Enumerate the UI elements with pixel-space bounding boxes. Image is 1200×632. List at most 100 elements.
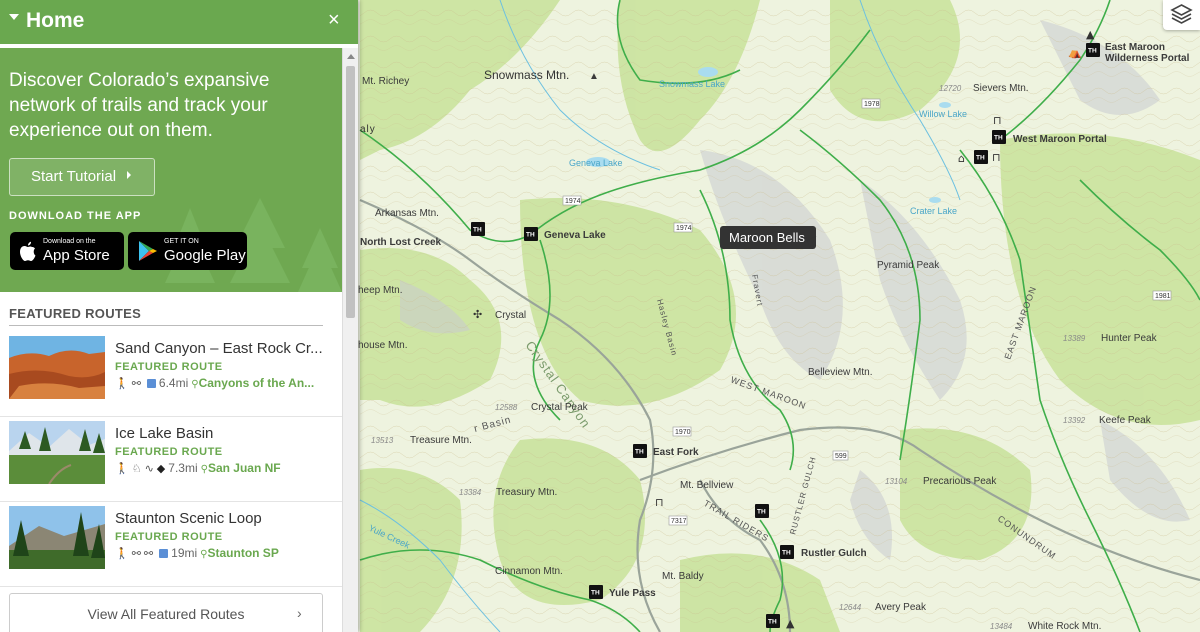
app-store-button[interactable]: Download on the App Store	[10, 232, 124, 270]
google-play-button[interactable]: GET IT ON Google Play	[128, 232, 247, 270]
difficulty-diamond-icon: ◆	[156, 463, 166, 475]
start-tutorial-button[interactable]: Start Tutorial	[9, 158, 155, 196]
elevation-label: 13389	[1063, 334, 1086, 343]
scroll-up-arrow-icon[interactable]	[347, 54, 355, 59]
horse-icon: ♘	[131, 463, 142, 475]
view-all-featured-routes-button[interactable]: View All Featured Routes ›	[9, 593, 323, 632]
route-place[interactable]: Canyons of the An...	[199, 376, 315, 390]
elevation-label: 12720	[939, 84, 962, 93]
layers-icon	[1170, 4, 1193, 24]
peak-label: house Mtn.	[358, 340, 407, 351]
elevation-label: 12644	[839, 603, 862, 612]
place-label: aly	[360, 124, 376, 135]
peak-label: Keefe Peak	[1099, 415, 1152, 426]
route-meta: 🚶 ⚯ ⚯ 19mi ⚲Staunton SP	[115, 546, 330, 560]
route-tag: FEATURED ROUTE	[115, 531, 223, 543]
peak-label: Mt. Richey	[362, 76, 409, 87]
svg-text:TH: TH	[1088, 48, 1097, 55]
apple-icon	[20, 241, 36, 261]
svg-text:TH: TH	[782, 550, 791, 557]
chevron-right-icon	[127, 171, 131, 179]
mountain-bike-icon: ⚯	[131, 378, 141, 390]
route-shield: 7317	[671, 518, 687, 525]
place-label: Crystal	[495, 310, 526, 321]
route-item[interactable]: Sand Canyon – East Rock Cr... FEATURED R…	[0, 332, 342, 417]
peak-label: Precarious Peak	[923, 476, 997, 487]
google-play-big-text: Google Play	[164, 247, 246, 264]
trailhead-label: Geneva Lake	[544, 230, 606, 241]
map-popup[interactable]: Maroon Bells	[720, 226, 820, 249]
peak-label: Crystal Peak	[531, 402, 589, 413]
route-name: Staunton Scenic Loop	[115, 510, 262, 527]
collapse-caret-icon[interactable]	[9, 14, 19, 20]
sidebar-content[interactable]: Discover Colorado’s expansive network of…	[0, 48, 342, 632]
app-store-small-text: Download on the	[43, 238, 96, 245]
route-shield: 1974	[676, 225, 692, 232]
close-icon[interactable]: ×	[328, 10, 340, 30]
route-name: Ice Lake Basin	[115, 425, 214, 442]
elevation-label: 13484	[990, 622, 1013, 631]
route-distance: 6.4mi	[158, 376, 189, 390]
sidebar-panel: Home × Discover Colorado’s expansive net…	[0, 0, 358, 632]
peak-label: Sievers Mtn.	[973, 83, 1029, 94]
route-thumbnail	[9, 506, 105, 569]
svg-text:TH: TH	[976, 155, 985, 162]
campground-icon: ⌂	[958, 152, 965, 165]
picnic-icon: ⊓	[992, 151, 1001, 164]
peak-label: Mt. Baldy	[662, 571, 704, 582]
bike-icon: ⚯	[131, 548, 141, 560]
campground-icon: ▲	[1086, 28, 1095, 41]
elevation-label: 13384	[459, 488, 482, 497]
svg-text:TH: TH	[473, 227, 482, 234]
sidebar-title: Home	[26, 9, 85, 32]
download-app-label: DOWNLOAD THE APP	[9, 210, 142, 222]
chevron-right-icon: ›	[297, 605, 302, 621]
campground-icon: ▲	[786, 617, 795, 630]
trailhead-label: West Maroon Portal	[1013, 134, 1107, 145]
peak-label: Avery Peak	[875, 602, 927, 613]
route-place[interactable]: Staunton SP	[207, 546, 278, 560]
layers-button[interactable]	[1163, 0, 1200, 30]
location-pin-icon: ⚲	[200, 464, 208, 475]
route-shield: 599	[835, 453, 847, 460]
trailhead-label: North Lost Creek	[360, 237, 442, 248]
picnic-icon: ⊓	[655, 496, 664, 509]
svg-text:TH: TH	[526, 232, 535, 239]
difficulty-square-icon	[159, 549, 169, 558]
peak-label: Arkansas Mtn.	[375, 208, 439, 219]
start-tutorial-label: Start Tutorial	[31, 168, 117, 185]
difficulty-square-icon	[146, 379, 156, 388]
route-item[interactable]: Staunton Scenic Loop FEATURED ROUTE 🚶 ⚯ ⚯ 1…	[0, 502, 342, 587]
picnic-icon: ⛺	[1068, 46, 1082, 59]
peak-label: Treasure Mtn.	[410, 435, 472, 446]
sidebar-header[interactable]: Home ×	[0, 0, 358, 44]
hero-text: Discover Colorado’s expansive network of…	[9, 70, 270, 141]
route-distance: 7.3mi	[168, 461, 198, 475]
route-meta: 🚶 ⚯ 6.4mi ⚲Canyons of the An...	[115, 376, 330, 390]
elevation-label: 12588	[495, 403, 518, 412]
ghost-town-icon: ✣	[473, 308, 482, 321]
svg-text:TH: TH	[757, 509, 766, 516]
view-all-label: View All Featured Routes	[87, 606, 245, 622]
google-play-small-text: GET IT ON	[164, 238, 199, 245]
route-place[interactable]: San Juan NF	[208, 461, 281, 475]
peak-label: Cinnamon Mtn.	[495, 566, 563, 577]
sidebar-scrollbar[interactable]	[342, 48, 358, 632]
picnic-icon: ⊓	[993, 114, 1002, 127]
trailhead-label: Wilderness Portal	[1105, 53, 1190, 64]
route-shield: 1978	[864, 101, 880, 108]
route-item[interactable]: Ice Lake Basin FEATURED ROUTE 🚶 ♘ ∿ ◆ 7.3mi ⚲…	[0, 417, 342, 502]
svg-text:TH: TH	[591, 590, 600, 597]
google-play-icon	[139, 241, 157, 261]
route-distance: 19mi	[171, 546, 198, 560]
route-tag: FEATURED ROUTE	[115, 361, 223, 373]
hiking-icon: 🚶	[115, 378, 129, 390]
scrollbar-thumb[interactable]	[346, 66, 355, 318]
snowshoe-icon: ∿	[144, 463, 154, 475]
lake-label: Geneva Lake	[569, 158, 623, 168]
peak-label: White Rock Mtn.	[1028, 621, 1101, 632]
route-meta: 🚶 ♘ ∿ ◆ 7.3mi ⚲San Juan NF	[115, 461, 330, 475]
svg-text:TH: TH	[994, 135, 1003, 142]
lake-label: Crater Lake	[910, 206, 957, 216]
peak-label: Hunter Peak	[1101, 333, 1158, 344]
